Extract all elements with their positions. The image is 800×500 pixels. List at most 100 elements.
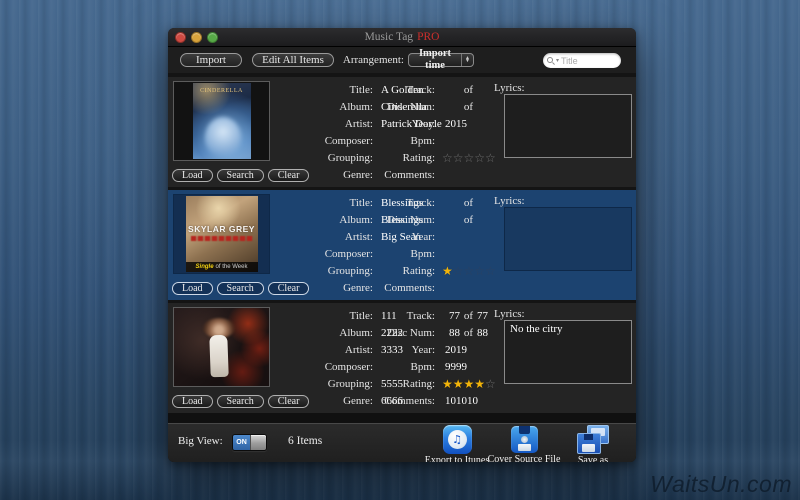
year-field[interactable]: 2019 <box>445 343 505 358</box>
track-of-label: of <box>463 84 474 96</box>
track-label: Track: <box>406 84 435 96</box>
rating-stars-empty: ☆☆☆☆ <box>452 264 496 278</box>
disc-total-field[interactable] <box>477 213 501 228</box>
disc-fields[interactable]: 88 of 88 <box>440 326 501 341</box>
load-button[interactable]: Load <box>172 169 213 182</box>
album-art-well[interactable]: CINDERELLA <box>173 81 270 161</box>
lyrics-field[interactable]: No the citry <box>504 320 632 384</box>
rating-stars-filled: ★ <box>442 264 453 278</box>
music-note-icon <box>452 434 462 445</box>
search-field[interactable]: ▾ <box>543 53 621 68</box>
toggle-on-segment: ON <box>233 435 250 450</box>
album-art-skylar-grey: SKYLAR GREY Single of the Week <box>185 196 258 272</box>
comments-field[interactable]: 101010 <box>445 394 505 409</box>
year-label: Year: <box>411 118 435 130</box>
cover-source-file-button[interactable]: Cover Source File <box>488 425 560 462</box>
comments-label: Comments: <box>384 395 435 407</box>
lyrics-field[interactable] <box>504 94 632 158</box>
album-art-well[interactable]: SKYLAR GREY Single of the Week <box>173 194 270 274</box>
export-to-itunes-label: Export to Itunes <box>424 455 490 462</box>
single-badge-text: Single <box>195 264 214 270</box>
item-list: CINDERELLA Load Search Clear Title: Albu… <box>168 73 636 413</box>
window-title-pro: PRO <box>417 31 440 43</box>
desktop: WaitsUn.com Music Tag PRO Import Edit All… <box>0 0 800 500</box>
rating-label: Rating: <box>402 152 435 164</box>
track-fields[interactable]: of <box>440 83 501 98</box>
load-button[interactable]: Load <box>172 282 213 295</box>
comments-field[interactable] <box>445 168 505 183</box>
album-art-figure <box>208 320 230 380</box>
bpm-field[interactable] <box>445 134 505 149</box>
track-label: Track: <box>406 197 435 209</box>
disc-of-label: of <box>463 214 474 226</box>
bpm-field[interactable] <box>445 247 505 262</box>
bpm-label: Bpm: <box>410 248 435 260</box>
bpm-label: Bpm: <box>410 361 435 373</box>
track-of-label: of <box>463 310 474 322</box>
album-art-well[interactable] <box>173 307 270 387</box>
comments-label: Comments: <box>384 169 435 181</box>
search-button[interactable]: Search <box>216 169 264 182</box>
disc-number-field[interactable] <box>440 100 460 115</box>
watermark: WaitsUn.com <box>650 471 792 497</box>
footer-bar: Big View: ON 6 Items Export to Itunes Co… <box>168 423 636 462</box>
disc-fields[interactable]: of <box>440 100 501 115</box>
export-to-itunes-button[interactable]: Export to Itunes <box>425 425 489 462</box>
items-count: 6 Items <box>288 435 323 447</box>
toolbar: Import Edit All Items Arrangement: Impor… <box>168 47 636 73</box>
disc-label: Disc Num: <box>387 101 435 113</box>
import-button[interactable]: Import <box>180 53 242 67</box>
arrangement-label: Arrangement: <box>342 54 404 66</box>
rating-label: Rating: <box>402 378 435 390</box>
track-number-field[interactable] <box>440 196 460 211</box>
toggle-handle[interactable] <box>250 435 266 450</box>
rating-stars-empty: ☆☆☆☆☆ <box>442 151 496 165</box>
list-item-selected[interactable]: SKYLAR GREY Single of the Week Load Sear… <box>168 190 636 300</box>
disc-number-field[interactable]: 88 <box>440 326 460 341</box>
title-bar[interactable]: Music Tag PRO <box>168 28 636 47</box>
search-button[interactable]: Search <box>216 282 264 295</box>
disc-fields[interactable]: of <box>440 213 501 228</box>
footer: Big View: ON 6 Items Export to Itunes Co… <box>168 413 636 462</box>
year-field[interactable] <box>445 230 505 245</box>
bpm-field[interactable]: 9999 <box>445 360 505 375</box>
arrangement-value: Import time <box>418 48 452 71</box>
disc-label: Disc Num: <box>387 327 435 339</box>
disc-label: Disc Num: <box>387 214 435 226</box>
track-fields[interactable]: 77 of 77 <box>440 309 501 324</box>
lyrics-field[interactable] <box>504 207 632 271</box>
save-as-label: Save as <box>577 455 609 462</box>
bpm-label: Bpm: <box>410 135 435 147</box>
list-item[interactable]: Load Search Clear Title: Album: Artist: … <box>168 303 636 413</box>
disc-of-label: of <box>463 327 474 339</box>
rating-stars-filled: ★★★★ <box>442 377 486 391</box>
rating-stars[interactable]: ★☆☆☆☆ <box>442 264 496 279</box>
track-fields[interactable]: of <box>440 196 501 211</box>
year-field[interactable]: 2015 <box>445 117 505 132</box>
disc-total-field[interactable]: 88 <box>477 326 501 341</box>
track-number-field[interactable]: 77 <box>440 309 460 324</box>
arrangement-dropdown[interactable]: Import time ▲ ▼ <box>408 48 474 71</box>
comments-field[interactable] <box>445 281 505 296</box>
album-art-concert-photo <box>174 308 269 386</box>
load-button[interactable]: Load <box>172 395 213 408</box>
disc-number-field[interactable] <box>440 213 460 228</box>
track-number-field[interactable] <box>440 83 460 98</box>
search-button[interactable]: Search <box>216 395 264 408</box>
track-of-label: of <box>463 197 474 209</box>
disc-of-label: of <box>463 101 474 113</box>
cover-source-file-label: Cover Source File <box>487 454 561 462</box>
big-view-label: Big View: <box>178 435 223 447</box>
single-badge-rest: of the Week <box>215 264 248 270</box>
album-art-title-text: CINDERELLA <box>200 88 243 94</box>
year-label: Year: <box>411 231 435 243</box>
search-input[interactable] <box>561 55 614 66</box>
rating-stars[interactable]: ★★★★☆ <box>442 377 496 392</box>
floppy-disk-icon <box>510 426 538 453</box>
list-item[interactable]: CINDERELLA Load Search Clear Title: Albu… <box>168 77 636 187</box>
big-view-toggle[interactable]: ON <box>232 434 267 451</box>
search-icon <box>547 56 555 65</box>
disc-total-field[interactable] <box>477 100 501 115</box>
rating-stars[interactable]: ☆☆☆☆☆ <box>442 151 496 166</box>
save-as-button[interactable]: Save as <box>564 425 622 462</box>
